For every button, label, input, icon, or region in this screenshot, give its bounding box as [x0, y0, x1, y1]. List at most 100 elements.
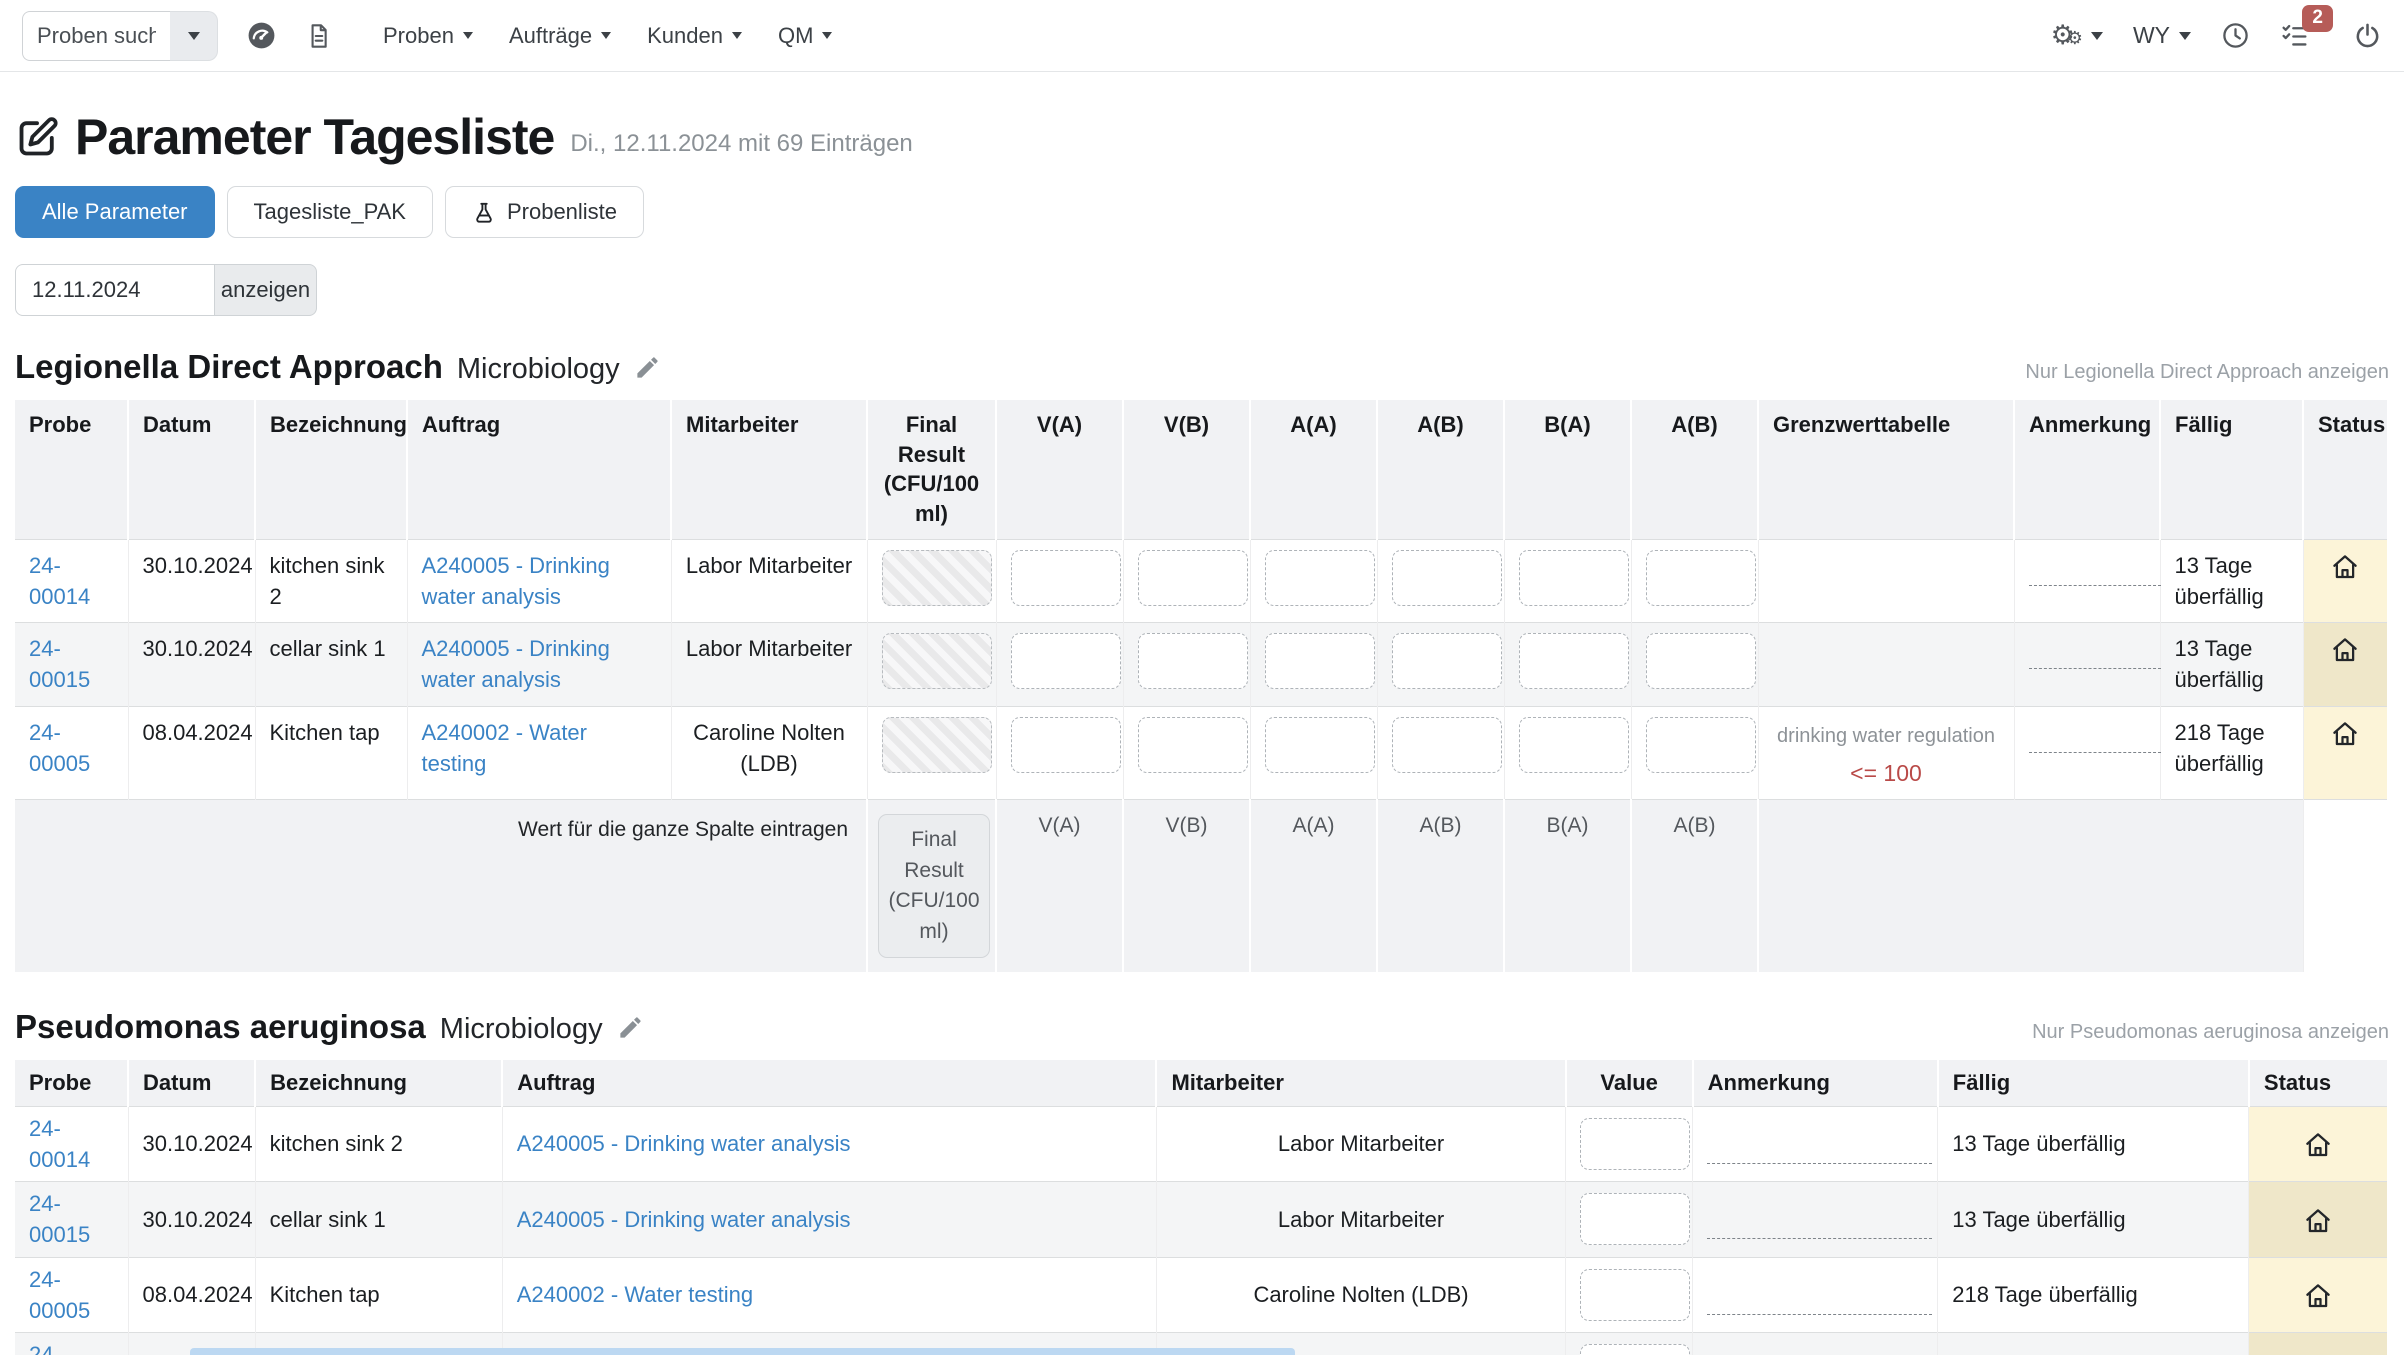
va-input[interactable]	[1011, 633, 1121, 689]
section-pseudomonas: Pseudomonas aeruginosa Microbiology Nur …	[15, 1008, 2389, 1355]
auftrag-link[interactable]: A240005 - Drinking water analysis	[422, 636, 610, 692]
ba-input[interactable]	[1519, 633, 1629, 689]
auftrag-link[interactable]: A240002 - Water testing	[422, 720, 588, 776]
ba-input[interactable]	[1519, 550, 1629, 606]
home-status-icon[interactable]	[2330, 553, 2360, 578]
datum-cell: 30.10.2024	[128, 1106, 255, 1181]
col-bezeichnung: Bezeichnung	[255, 1060, 502, 1106]
faellig-cell: 13 Tage überfällig	[2160, 539, 2303, 622]
menu-kunden[interactable]: Kunden	[647, 23, 742, 49]
edit-pencil-icon[interactable]	[617, 1014, 644, 1041]
home-status-icon[interactable]	[2330, 720, 2360, 745]
value-input[interactable]	[1580, 1269, 1690, 1321]
ab2-input[interactable]	[1646, 550, 1756, 606]
col-probe: Probe	[15, 400, 128, 539]
menu-proben-label: Proben	[383, 23, 454, 49]
logout-power-icon[interactable]	[2353, 21, 2382, 50]
bezeichnung-cell: kitchen sink 2	[255, 1106, 502, 1181]
anmerkung-field[interactable]	[1707, 1140, 1932, 1164]
col-faellig: Fällig	[2160, 400, 2303, 539]
value-input[interactable]	[1580, 1118, 1690, 1170]
aa-input[interactable]	[1265, 717, 1375, 773]
anmerkung-field[interactable]	[1707, 1215, 1932, 1239]
show-button[interactable]: anzeigen	[215, 264, 317, 316]
ba-input[interactable]	[1519, 717, 1629, 773]
fill-column-final-result-button[interactable]: Final Result (CFU/100 ml)	[878, 814, 990, 958]
vb-input[interactable]	[1138, 633, 1248, 689]
chevron-down-icon	[2179, 32, 2191, 40]
page-subtitle: Di., 12.11.2024 mit 69 Einträgen	[570, 116, 912, 158]
auftrag-link[interactable]: A240005 - Drinking water analysis	[517, 1207, 851, 1232]
page-content: Parameter Tagesliste Di., 12.11.2024 mit…	[0, 108, 2404, 1355]
ab-input[interactable]	[1392, 633, 1502, 689]
va-input[interactable]	[1011, 550, 1121, 606]
document-icon[interactable]	[305, 22, 333, 50]
anmerkung-field[interactable]	[2029, 645, 2161, 669]
filter-only-link[interactable]: Nur Pseudomonas aeruginosa anzeigen	[2032, 1021, 2389, 1044]
tab-tagesliste-pak[interactable]: Tagesliste_PAK	[227, 186, 433, 238]
col-auftrag: Auftrag	[502, 1060, 1156, 1106]
menu-qm[interactable]: QM	[778, 23, 832, 49]
home-status-icon[interactable]	[2303, 1282, 2333, 1307]
table-row: 24-00015 30.10.2024 cellar sink 1 A24000…	[15, 1182, 2387, 1257]
home-status-icon[interactable]	[2330, 636, 2360, 661]
dashboard-gauge-icon[interactable]	[246, 20, 277, 51]
history-clock-icon[interactable]	[2221, 21, 2250, 50]
vb-input[interactable]	[1138, 717, 1248, 773]
home-status-icon[interactable]	[2303, 1206, 2333, 1231]
aa-input[interactable]	[1265, 550, 1375, 606]
section-legionella: Legionella Direct Approach Microbiology …	[15, 348, 2389, 972]
va-input[interactable]	[1011, 717, 1121, 773]
col-status: Status	[2303, 400, 2387, 539]
menu-auftraege[interactable]: Aufträge	[509, 23, 611, 49]
probe-link[interactable]: 24-00005	[29, 720, 90, 776]
anmerkung-field[interactable]	[1707, 1291, 1932, 1315]
anmerkung-field[interactable]	[2029, 729, 2161, 753]
chevron-down-icon	[732, 32, 742, 39]
section-title: Pseudomonas aeruginosa	[15, 1008, 426, 1046]
todo-list-button[interactable]: 2	[2280, 21, 2309, 50]
anmerkung-field[interactable]	[2029, 562, 2161, 586]
menu-kunden-label: Kunden	[647, 23, 723, 49]
value-input[interactable]	[1580, 1344, 1690, 1355]
bezeichnung-cell: Kitchen tap	[255, 706, 407, 800]
column-label-ba: B(A)	[1504, 800, 1631, 972]
search-dropdown-button[interactable]	[170, 11, 218, 61]
probe-link[interactable]: 24-00014	[29, 553, 90, 609]
tab-alle-parameter[interactable]: Alle Parameter	[15, 186, 215, 238]
chevron-down-icon	[463, 32, 473, 39]
search-input[interactable]	[22, 11, 170, 61]
edit-pencil-icon[interactable]	[634, 354, 661, 381]
auftrag-link[interactable]: A240005 - Drinking water analysis	[517, 1131, 851, 1156]
auftrag-link[interactable]: A240005 - Drinking water analysis	[422, 553, 610, 609]
date-input[interactable]	[15, 264, 215, 316]
faellig-cell: 218 Tage überfällig	[2160, 706, 2303, 800]
bulk-entry-label: Wert für die ganze Spalte eintragen	[15, 800, 867, 972]
col-vb: V(B)	[1123, 400, 1250, 539]
col-probe: Probe	[15, 1060, 128, 1106]
user-menu[interactable]: WY	[2133, 22, 2191, 49]
col-anmerkung: Anmerkung	[1693, 1060, 1938, 1106]
aa-input[interactable]	[1265, 633, 1375, 689]
bezeichnung-cell: cellar sink 1	[255, 623, 407, 706]
ab-input[interactable]	[1392, 717, 1502, 773]
probe-link[interactable]: 24-00005	[29, 1267, 90, 1323]
home-status-icon[interactable]	[2303, 1131, 2333, 1156]
tab-probenliste[interactable]: Probenliste	[445, 186, 644, 238]
auftrag-link[interactable]: A240002 - Water testing	[517, 1282, 753, 1307]
vb-input[interactable]	[1138, 550, 1248, 606]
final-result-input	[882, 550, 992, 606]
value-input[interactable]	[1580, 1193, 1690, 1245]
settings-menu[interactable]: ⚙⚙	[2051, 22, 2103, 49]
ab2-input[interactable]	[1646, 633, 1756, 689]
probe-link[interactable]: 24-00015	[29, 1191, 90, 1247]
probe-link[interactable]: 24-00015	[29, 636, 90, 692]
flask-icon	[472, 199, 496, 225]
ab-input[interactable]	[1392, 550, 1502, 606]
tab-probenliste-label: Probenliste	[507, 199, 617, 225]
filter-only-link[interactable]: Nur Legionella Direct Approach anzeigen	[2025, 361, 2389, 384]
probe-link[interactable]: 24-00014	[29, 1116, 90, 1172]
probe-link[interactable]: 24-00007	[29, 1342, 90, 1355]
ab2-input[interactable]	[1646, 717, 1756, 773]
menu-proben[interactable]: Proben	[383, 23, 473, 49]
